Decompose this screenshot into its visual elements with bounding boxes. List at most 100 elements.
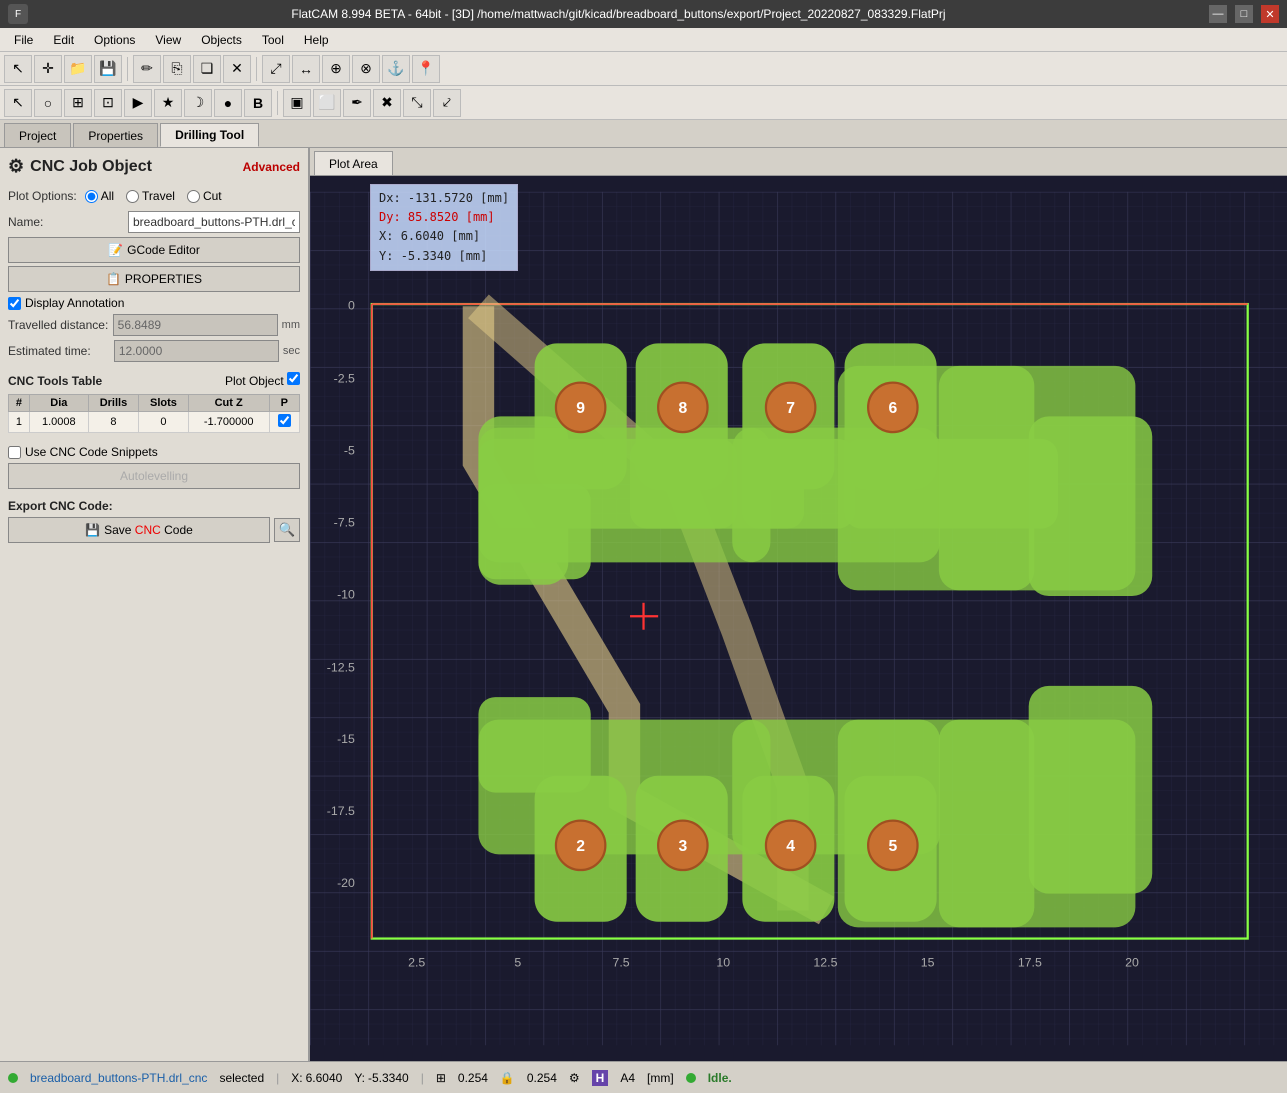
main-tabbar: Project Properties Drilling Tool [0,120,1287,148]
coord-x-item: X: 6.6040 [291,1071,342,1085]
coord-x-label: X: [291,1071,302,1085]
toolbar-duplicate[interactable]: ❏ [193,55,221,83]
toolbar-pencil[interactable]: ✏ [133,55,161,83]
menu-options[interactable]: Options [84,31,145,49]
tools-table-label: CNC Tools Table [8,374,102,388]
toolbar-arrow[interactable]: ↖ [4,55,32,83]
name-row: Name: breadboard_buttons-PTH.drl_cnc [8,211,300,233]
plot-object-checkbox[interactable] [287,372,300,385]
menu-tool[interactable]: Tool [252,31,294,49]
col-p: P [269,395,299,412]
menu-help[interactable]: Help [294,31,339,49]
radio-travel[interactable]: Travel [126,189,175,203]
cell-num: 1 [9,412,30,433]
toolbar-new[interactable]: ✛ [34,55,62,83]
radio-cut-input[interactable] [187,190,200,203]
autolevelling-button[interactable]: Autolevelling [8,463,300,489]
gcode-editor-button[interactable]: 📝 GCode Editor [8,237,300,263]
svg-text:17.5: 17.5 [1018,956,1042,970]
maximize-button[interactable]: □ [1235,5,1253,23]
name-input[interactable]: breadboard_buttons-PTH.drl_cnc [128,211,300,233]
svg-text:2: 2 [576,838,585,855]
travelled-input[interactable]: 56.8489 [113,314,278,336]
toolbar2-photo[interactable]: ⬜ [313,89,341,117]
close-button[interactable]: ✕ [1261,5,1279,23]
estimated-input[interactable]: 12.0000 [114,340,279,362]
toolbar-location[interactable]: 📍 [412,55,440,83]
properties-button[interactable]: 📋 PROPERTIES [8,266,300,292]
toolbar-crosshair[interactable]: ⊕ [322,55,350,83]
toolbar2-star[interactable]: ★ [154,89,182,117]
cnc-snippets-checkbox[interactable] [8,446,21,459]
menu-file[interactable]: File [4,31,43,49]
settings-icon: ⚙ [569,1071,580,1085]
svg-text:15: 15 [921,956,935,970]
menu-view[interactable]: View [145,31,191,49]
toolbar2-resize[interactable]: ⤡ [403,89,431,117]
cell-cutz[interactable]: -1.700000 [188,412,269,433]
svg-text:-10: -10 [337,587,355,601]
plot-svg[interactable]: 0 -2.5 -5 -7.5 -10 -12.5 -15 -17.5 -20 2… [310,176,1287,1061]
cell-dia[interactable]: 1.0008 [29,412,88,433]
toolbar2-arrow-right[interactable]: ▶ [124,89,152,117]
display-annotation-checkbox[interactable] [8,297,21,310]
svg-text:-20: -20 [337,876,355,890]
toolbar-ruler[interactable]: ↔ [292,55,320,83]
dy-label: Dy: [379,210,401,224]
gcode-icon: 📝 [108,243,123,257]
titlebar: F FlatCAM 8.994 BETA - 64bit - [3D] /hom… [0,0,1287,28]
radio-all[interactable]: All [85,189,114,203]
toolbar2-grid[interactable]: ⊞ [64,89,92,117]
panel-title-text: CNC Job Object [30,158,152,176]
menu-edit[interactable]: Edit [43,31,84,49]
tab-project[interactable]: Project [4,123,71,147]
toolbar2-snap[interactable]: ⊡ [94,89,122,117]
browse-button[interactable]: 🔍 [274,518,300,542]
minimize-button[interactable]: — [1209,5,1227,23]
svg-text:8: 8 [678,400,687,417]
toolbar-anchor[interactable]: ⚓ [382,55,410,83]
radio-all-input[interactable] [85,190,98,203]
plot-area-canvas[interactable]: Dx: -131.5720 [mm] Dy: 85.8520 [mm] X: 6… [310,176,1287,1061]
toolbar2-select2[interactable]: ▣ [283,89,311,117]
toolbar-expand[interactable]: ⤢ [262,55,290,83]
menubar: File Edit Options View Objects Tool Help [0,28,1287,52]
plot-options-group: All Travel Cut [85,189,222,203]
x-label: X: [379,229,393,243]
main-content: ⚙ CNC Job Object Advanced Plot Options: … [0,148,1287,1061]
toolbar2-scale[interactable]: ⤦ [433,89,461,117]
plot-area-tab[interactable]: Plot Area [314,151,393,175]
toolbar-delete[interactable]: ✕ [223,55,251,83]
advanced-button[interactable]: Advanced [243,160,300,174]
dy-row: Dy: 85.8520 [mm] [379,208,509,227]
row-p-checkbox[interactable] [278,414,291,427]
svg-text:-12.5: -12.5 [327,660,355,674]
toolbar2-B[interactable]: B [244,89,272,117]
menu-objects[interactable]: Objects [191,31,252,49]
toolbar2-circle[interactable]: ○ [34,89,62,117]
table-row: 1 1.0008 8 0 -1.700000 [9,412,300,433]
selected-file[interactable]: breadboard_buttons-PTH.drl_cnc [30,1071,207,1085]
toolbar2-dot[interactable]: ● [214,89,242,117]
radio-cut[interactable]: Cut [187,189,222,203]
toolbar2-x[interactable]: ✖ [373,89,401,117]
toolbar-copy2[interactable]: ⎘ [163,55,191,83]
toolbar2-moon[interactable]: ☽ [184,89,212,117]
statusbar: breadboard_buttons-PTH.drl_cnc selected … [0,1061,1287,1093]
tab-properties[interactable]: Properties [73,123,158,147]
toolbar2-pen[interactable]: ✒ [343,89,371,117]
radio-travel-input[interactable] [126,190,139,203]
coord-y-label: Y: [354,1071,365,1085]
svg-text:-2.5: -2.5 [334,372,355,386]
travelled-unit: mm [282,319,300,331]
toolbar-save[interactable]: 💾 [94,55,122,83]
toolbar-open[interactable]: 📁 [64,55,92,83]
svg-text:-15: -15 [337,732,355,746]
tab-drilling-tool[interactable]: Drilling Tool [160,123,259,147]
toolbar-circle-cross[interactable]: ⊗ [352,55,380,83]
svg-text:-7.5: -7.5 [334,515,355,529]
autolevelling-label: Autolevelling [120,469,188,483]
cell-p[interactable] [269,412,299,433]
toolbar2-select[interactable]: ↖ [4,89,32,117]
save-cnc-button[interactable]: 💾 Save CNC Code [8,517,270,543]
